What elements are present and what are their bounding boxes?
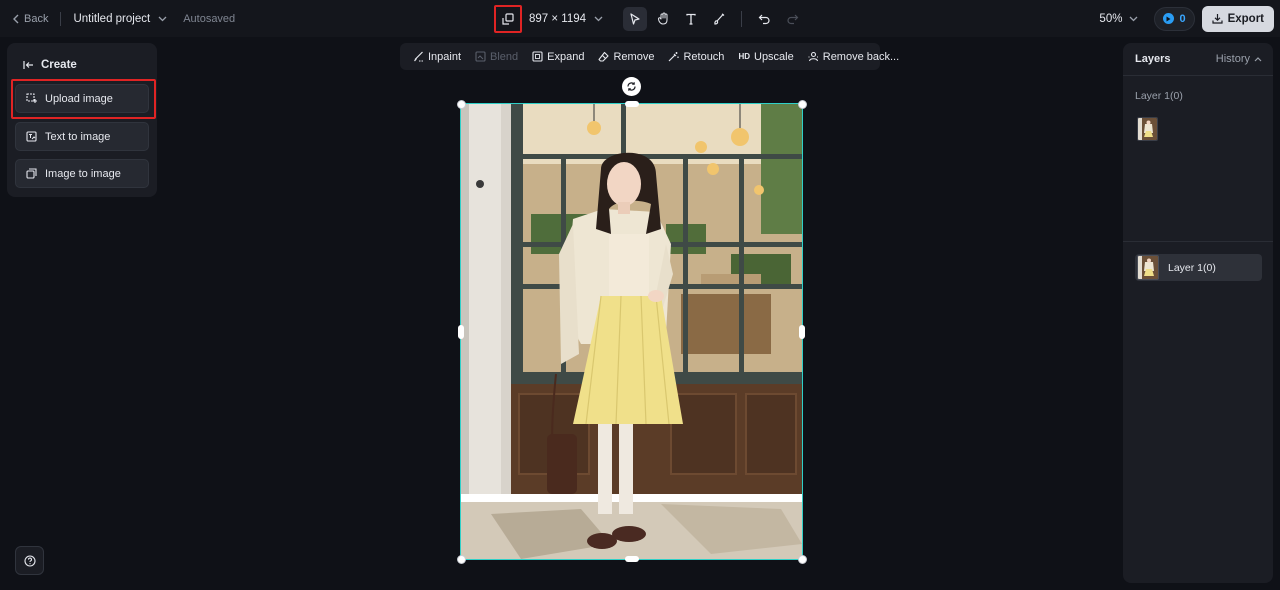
canvas-size: 897 × 1194 bbox=[529, 12, 587, 25]
resize-handle-top-right[interactable] bbox=[798, 100, 807, 109]
top-bar-center: 897 × 1194 bbox=[494, 0, 804, 37]
help-button[interactable] bbox=[15, 546, 44, 575]
cursor-icon bbox=[630, 12, 640, 25]
expand-icon bbox=[532, 51, 543, 62]
canvas-size-dropdown[interactable]: 897 × 1194 bbox=[529, 13, 603, 25]
brush-icon bbox=[714, 12, 725, 25]
layer-thumbnail[interactable] bbox=[1137, 117, 1158, 141]
layer-group-label: Layer 1(0) bbox=[1135, 90, 1183, 102]
layer-row-thumbnail bbox=[1137, 255, 1159, 280]
back-button[interactable]: Back bbox=[12, 13, 48, 25]
layer-row-label: Layer 1(0) bbox=[1168, 261, 1216, 274]
undo-button[interactable] bbox=[752, 7, 776, 31]
top-bar-right: 50% 0 Export bbox=[1099, 0, 1274, 37]
remove-background-label: Remove back... bbox=[822, 50, 900, 63]
tab-history-label: History bbox=[1215, 53, 1250, 65]
upscale-button[interactable]: HD Upscale bbox=[731, 51, 800, 63]
resize-handle-bottom-right[interactable] bbox=[798, 555, 807, 564]
text-to-image-button[interactable]: Text to image bbox=[15, 122, 149, 151]
text-tool[interactable] bbox=[679, 7, 703, 31]
retouch-button[interactable]: Retouch bbox=[661, 51, 731, 63]
layer-row-selected[interactable]: Layer 1(0) bbox=[1135, 254, 1262, 281]
layers-panel: Layers History Layer 1(0) Layer 1(0) bbox=[1123, 43, 1273, 583]
edit-toolbar: Inpaint Blend Expand Remove Retouch HD U… bbox=[400, 43, 899, 70]
blend-button[interactable]: Blend bbox=[468, 51, 525, 63]
hd-icon: HD bbox=[738, 52, 750, 61]
highlight-box bbox=[11, 79, 156, 119]
expand-label: Expand bbox=[547, 50, 585, 63]
image-to-image-label: Image to image bbox=[45, 167, 121, 180]
inpaint-icon bbox=[414, 51, 423, 62]
chevron-down-icon bbox=[158, 16, 167, 21]
retouch-label: Retouch bbox=[683, 50, 725, 63]
download-icon bbox=[1211, 14, 1223, 24]
divider bbox=[741, 10, 743, 27]
resize-handle-right[interactable] bbox=[799, 325, 805, 339]
magic-wand-icon bbox=[669, 52, 680, 62]
create-panel: Create Upload image Text to image Image … bbox=[7, 43, 157, 197]
inpaint-label: Inpaint bbox=[428, 50, 462, 63]
remove-button[interactable]: Remove bbox=[591, 51, 661, 63]
autosave-status: Autosaved bbox=[183, 12, 236, 25]
divider bbox=[60, 11, 62, 26]
collapse-left-icon bbox=[23, 60, 33, 69]
export-label: Export bbox=[1227, 12, 1264, 25]
resize-handle-top-left[interactable] bbox=[457, 100, 466, 109]
credits-button[interactable]: 0 bbox=[1154, 6, 1195, 31]
chevron-down-icon bbox=[594, 16, 603, 21]
create-panel-header[interactable]: Create bbox=[7, 43, 157, 75]
project-name-dropdown[interactable]: Untitled project bbox=[73, 13, 167, 25]
chevron-left-icon bbox=[13, 14, 19, 23]
brush-tool[interactable] bbox=[707, 7, 731, 31]
text-icon bbox=[686, 13, 696, 25]
redo-button[interactable] bbox=[780, 7, 804, 31]
eraser-icon bbox=[598, 51, 610, 62]
tab-history[interactable]: History bbox=[1216, 53, 1262, 65]
blend-label: Blend bbox=[490, 50, 519, 63]
redo-icon bbox=[787, 14, 798, 24]
resize-handle-left[interactable] bbox=[458, 325, 464, 339]
undo-icon bbox=[758, 14, 770, 24]
resize-handle-top[interactable] bbox=[625, 101, 639, 107]
rotate-handle[interactable] bbox=[622, 77, 641, 96]
expand-button[interactable]: Expand bbox=[525, 51, 591, 63]
layers-panel-header: Layers History bbox=[1123, 43, 1273, 76]
text-to-image-label: Text to image bbox=[45, 130, 111, 143]
tab-layers[interactable]: Layers bbox=[1135, 53, 1170, 65]
chevron-down-icon bbox=[1129, 16, 1138, 21]
export-button[interactable]: Export bbox=[1201, 5, 1274, 32]
divider bbox=[1123, 241, 1273, 242]
credits-icon bbox=[1163, 13, 1175, 24]
rotate-icon bbox=[627, 82, 636, 91]
remove-background-button[interactable]: Remove back... bbox=[801, 51, 906, 63]
remove-label: Remove bbox=[613, 50, 655, 63]
back-label: Back bbox=[24, 12, 49, 25]
tool-group bbox=[623, 6, 804, 31]
text-to-image-icon bbox=[26, 131, 37, 142]
credits-count: 0 bbox=[1179, 12, 1186, 25]
blend-icon bbox=[475, 51, 486, 62]
resize-handle-bottom[interactable] bbox=[625, 556, 639, 562]
remove-background-icon bbox=[808, 51, 819, 62]
zoom-dropdown[interactable]: 50% bbox=[1099, 13, 1138, 25]
photo-fashion-model bbox=[461, 104, 802, 559]
canvas-resize-button[interactable] bbox=[494, 4, 522, 33]
project-name: Untitled project bbox=[73, 12, 151, 25]
help-icon bbox=[23, 554, 36, 567]
hand-tool[interactable] bbox=[651, 7, 675, 31]
chevron-up-icon bbox=[1254, 56, 1262, 61]
hand-icon bbox=[657, 12, 668, 25]
top-bar-left: Back Untitled project Autosaved bbox=[0, 0, 235, 37]
zoom-level: 50% bbox=[1099, 12, 1123, 25]
resize-handle-bottom-left[interactable] bbox=[457, 555, 466, 564]
canvas-image[interactable] bbox=[460, 103, 803, 560]
select-tool[interactable] bbox=[623, 6, 648, 31]
top-bar: Back Untitled project Autosaved 897 × 11… bbox=[0, 0, 1280, 37]
image-to-image-button[interactable]: Image to image bbox=[15, 159, 149, 188]
upscale-label: Upscale bbox=[754, 50, 794, 63]
resize-icon bbox=[502, 12, 514, 25]
inpaint-button[interactable]: Inpaint bbox=[406, 51, 468, 63]
image-to-image-icon bbox=[26, 168, 37, 179]
create-panel-title: Create bbox=[41, 58, 77, 71]
